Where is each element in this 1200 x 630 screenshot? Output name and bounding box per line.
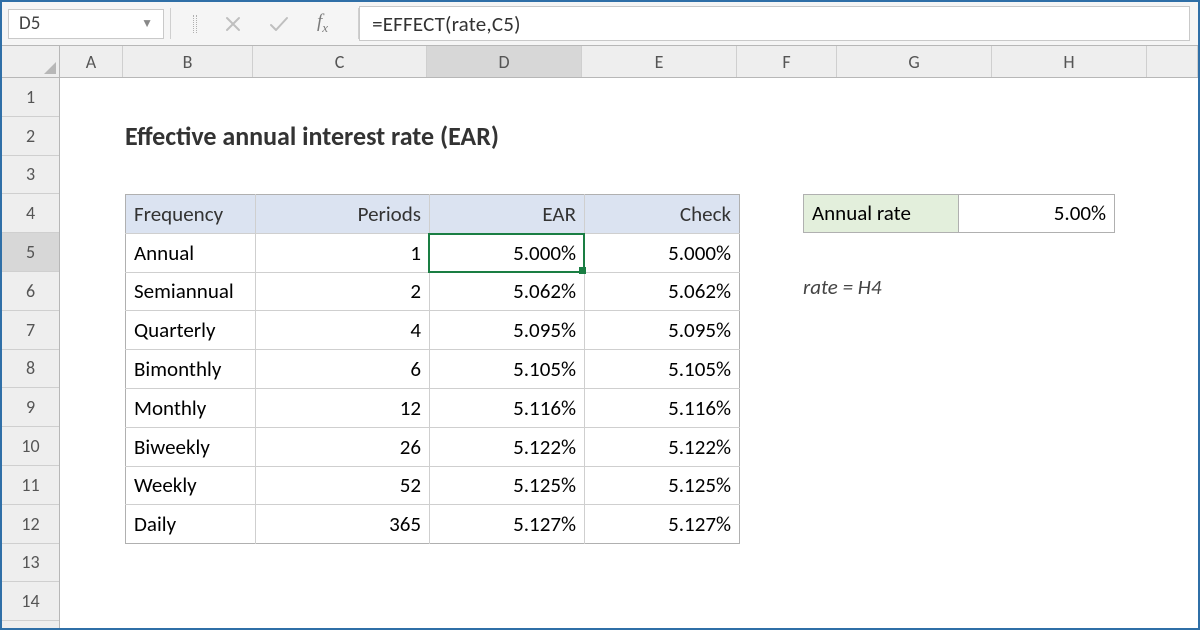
fx-icon[interactable]: fx [317, 11, 336, 36]
col-header-overflow [1147, 46, 1198, 77]
col-header-C[interactable]: C [253, 46, 427, 77]
cell-periods[interactable]: 4 [256, 311, 430, 350]
formula-bar-buttons: fx [171, 2, 358, 45]
table-row: Semiannual 2 5.062% 5.062% [126, 272, 740, 311]
cell-periods[interactable]: 12 [256, 388, 430, 427]
table-header-row: Frequency Periods EAR Check [126, 195, 740, 234]
named-range-note: rate = H4 [803, 274, 882, 300]
th-periods[interactable]: Periods [256, 195, 430, 234]
cell-ear[interactable]: 5.116% [430, 388, 585, 427]
cell-check[interactable]: 5.116% [585, 388, 740, 427]
ear-table: Frequency Periods EAR Check Annual 1 5.0… [125, 194, 740, 544]
cell-frequency[interactable]: Weekly [126, 466, 256, 505]
col-header-F[interactable]: F [737, 46, 837, 77]
col-header-B[interactable]: B [123, 46, 253, 77]
page-title: Effective annual interest rate (EAR) [125, 120, 499, 152]
cell-ear[interactable]: 5.095% [430, 311, 585, 350]
cell-periods[interactable]: 2 [256, 272, 430, 311]
cell-frequency[interactable]: Semiannual [126, 272, 256, 311]
th-ear[interactable]: EAR [430, 195, 585, 234]
table-row: Annual 1 5.000% 5.000% [126, 233, 740, 272]
cell-ear[interactable]: 5.127% [430, 505, 585, 544]
name-box[interactable]: D5 ▼ [8, 9, 164, 39]
table-row: Daily 365 5.127% 5.127% [126, 505, 740, 544]
cell-periods[interactable]: 52 [256, 466, 430, 505]
cell-periods[interactable]: 365 [256, 505, 430, 544]
row-header-5[interactable]: 5 [2, 233, 59, 272]
col-header-A[interactable]: A [60, 46, 123, 77]
cell-periods[interactable]: 6 [256, 350, 430, 389]
table-row: Bimonthly 6 5.105% 5.105% [126, 350, 740, 389]
col-header-H[interactable]: H [992, 46, 1147, 77]
cell-ear[interactable]: 5.105% [430, 350, 585, 389]
formula-input[interactable]: =EFFECT(rate,C5) [359, 6, 1190, 41]
cell-area[interactable]: Effective annual interest rate (EAR) Fre… [60, 78, 1198, 628]
cell-frequency[interactable]: Daily [126, 505, 256, 544]
row-header-2[interactable]: 2 [2, 117, 59, 156]
cell-check[interactable]: 5.125% [585, 466, 740, 505]
cell-frequency[interactable]: Biweekly [126, 427, 256, 466]
th-check[interactable]: Check [585, 195, 740, 234]
annual-rate-value[interactable]: 5.00% [959, 195, 1114, 232]
table-row: Biweekly 26 5.122% 5.122% [126, 427, 740, 466]
row-headers: 1 2 3 4 5 6 7 8 9 10 11 12 13 14 [2, 78, 60, 628]
row-header-12[interactable]: 12 [2, 505, 59, 544]
cell-periods[interactable]: 26 [256, 427, 430, 466]
cell-check[interactable]: 5.000% [585, 233, 740, 272]
row-header-13[interactable]: 13 [2, 544, 59, 583]
name-box-value: D5 [19, 12, 40, 35]
th-frequency[interactable]: Frequency [126, 195, 256, 234]
grip-icon [193, 15, 197, 33]
enter-icon[interactable] [269, 16, 289, 32]
cell-check[interactable]: 5.062% [585, 272, 740, 311]
cell-check[interactable]: 5.095% [585, 311, 740, 350]
annual-rate-label[interactable]: Annual rate [804, 195, 959, 232]
row-header-9[interactable]: 9 [2, 388, 59, 427]
row-header-3[interactable]: 3 [2, 156, 59, 195]
annual-rate-box: Annual rate 5.00% [803, 194, 1115, 233]
row-header-7[interactable]: 7 [2, 311, 59, 350]
cell-frequency[interactable]: Bimonthly [126, 350, 256, 389]
grid-body: 1 2 3 4 5 6 7 8 9 10 11 12 13 14 Effecti… [2, 78, 1198, 628]
table-row: Quarterly 4 5.095% 5.095% [126, 311, 740, 350]
cell-ear[interactable]: 5.122% [430, 427, 585, 466]
cell-frequency[interactable]: Quarterly [126, 311, 256, 350]
row-header-10[interactable]: 10 [2, 427, 59, 466]
table-row: Weekly 52 5.125% 5.125% [126, 466, 740, 505]
cell-ear[interactable]: 5.000% [430, 233, 585, 272]
cell-ear[interactable]: 5.062% [430, 272, 585, 311]
row-header-14[interactable]: 14 [2, 582, 59, 621]
row-header-6[interactable]: 6 [2, 272, 59, 311]
row-header-11[interactable]: 11 [2, 466, 59, 505]
row-header-8[interactable]: 8 [2, 350, 59, 389]
col-header-D[interactable]: D [427, 46, 582, 77]
cell-frequency[interactable]: Monthly [126, 388, 256, 427]
col-header-E[interactable]: E [582, 46, 737, 77]
formula-bar: D5 ▼ fx =EFFECT(rate,C5) [2, 2, 1198, 46]
col-header-G[interactable]: G [837, 46, 992, 77]
cell-check[interactable]: 5.105% [585, 350, 740, 389]
formula-text: =EFFECT(rate,C5) [372, 11, 521, 37]
column-headers: A B C D E F G H [2, 46, 1198, 78]
name-box-wrap: D5 ▼ [2, 2, 170, 45]
chevron-down-icon: ▼ [141, 16, 153, 31]
excel-window: D5 ▼ fx =EFFECT(rate,C5) A B C D E F G [0, 0, 1200, 630]
row-header-4[interactable]: 4 [2, 194, 59, 233]
cell-periods[interactable]: 1 [256, 233, 430, 272]
cell-check[interactable]: 5.122% [585, 427, 740, 466]
table-row: Monthly 12 5.116% 5.116% [126, 388, 740, 427]
cancel-icon[interactable] [225, 16, 241, 32]
cell-check[interactable]: 5.127% [585, 505, 740, 544]
select-all-corner[interactable] [2, 46, 60, 77]
cell-frequency[interactable]: Annual [126, 233, 256, 272]
cell-ear[interactable]: 5.125% [430, 466, 585, 505]
row-header-1[interactable]: 1 [2, 78, 59, 117]
